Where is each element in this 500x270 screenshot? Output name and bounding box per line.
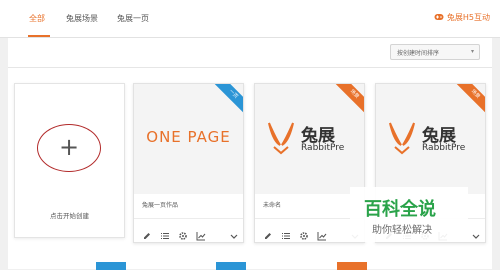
brand-link[interactable]: 兔展H5互动 — [434, 12, 490, 23]
logo-en-text: RabbitPre — [422, 143, 466, 153]
card-actions — [134, 218, 243, 242]
toolbar: 按创建时间排序 ▾ — [8, 38, 492, 68]
tab-one-page[interactable]: 兔展一页 — [117, 13, 149, 24]
rabbitpre-logo: 兔展 RabbitPre — [386, 121, 480, 161]
work-card[interactable]: 兔展 RabbitPre 场景 未命名 — [254, 83, 365, 243]
card-thumbnail[interactable]: ONE PAGE 一页 — [134, 84, 243, 194]
stats-icon[interactable] — [317, 226, 327, 240]
watermark-sub: 助你轻松解决 — [372, 225, 432, 236]
rabbit-ears-icon — [389, 122, 415, 155]
gear-icon[interactable] — [299, 226, 309, 240]
sort-select-value: 按创建时间排序 — [397, 50, 440, 57]
top-nav: 全部 兔展场景 兔展一页 兔展H5互动 — [0, 0, 500, 38]
list-icon[interactable] — [281, 226, 291, 239]
gamepad-icon — [434, 13, 444, 23]
rabbit-ears-icon — [268, 122, 294, 155]
one-page-logo: ONE PAGE — [146, 128, 231, 146]
plus-icon: + — [59, 133, 80, 161]
edit-icon[interactable] — [263, 226, 273, 239]
gear-icon[interactable] — [178, 226, 188, 240]
chevron-down-icon: ▾ — [470, 48, 474, 55]
edit-icon[interactable] — [142, 226, 152, 239]
tab-scenes[interactable]: 兔展场景 — [66, 13, 98, 24]
create-label: 点击开始创建 — [50, 212, 89, 220]
sort-select[interactable]: 按创建时间排序 ▾ — [390, 44, 480, 60]
chevron-down-icon[interactable] — [229, 226, 239, 239]
card-actions — [255, 218, 364, 242]
tab-all[interactable]: 全部 — [29, 13, 45, 24]
card-title[interactable]: 兔展一页作品 — [142, 200, 178, 209]
type-ribbon: 场景 — [332, 84, 364, 117]
card-thumbnail[interactable]: 兔展 RabbitPre 场景 — [255, 84, 364, 194]
type-ribbon: 一页 — [211, 84, 243, 117]
watermark: 百科全说 助你轻松解决 — [350, 187, 468, 242]
stats-icon[interactable] — [196, 226, 206, 240]
watermark-main: 百科全说 — [364, 199, 436, 220]
type-ribbon: 场景 — [453, 84, 485, 117]
chevron-down-icon[interactable] — [471, 226, 481, 239]
work-card[interactable]: ONE PAGE 一页 兔展一页作品 — [133, 83, 244, 243]
brand-label: 兔展H5互动 — [446, 13, 490, 22]
create-new-card[interactable]: + 点击开始创建 — [14, 83, 125, 238]
list-icon[interactable] — [160, 226, 170, 239]
card-title[interactable]: 未命名 — [263, 200, 281, 209]
rabbitpre-logo: 兔展 RabbitPre — [265, 121, 359, 161]
card-thumbnail[interactable]: 兔展 RabbitPre 场景 — [376, 84, 485, 194]
logo-en-text: RabbitPre — [301, 143, 345, 153]
active-tab-indicator — [28, 35, 50, 37]
